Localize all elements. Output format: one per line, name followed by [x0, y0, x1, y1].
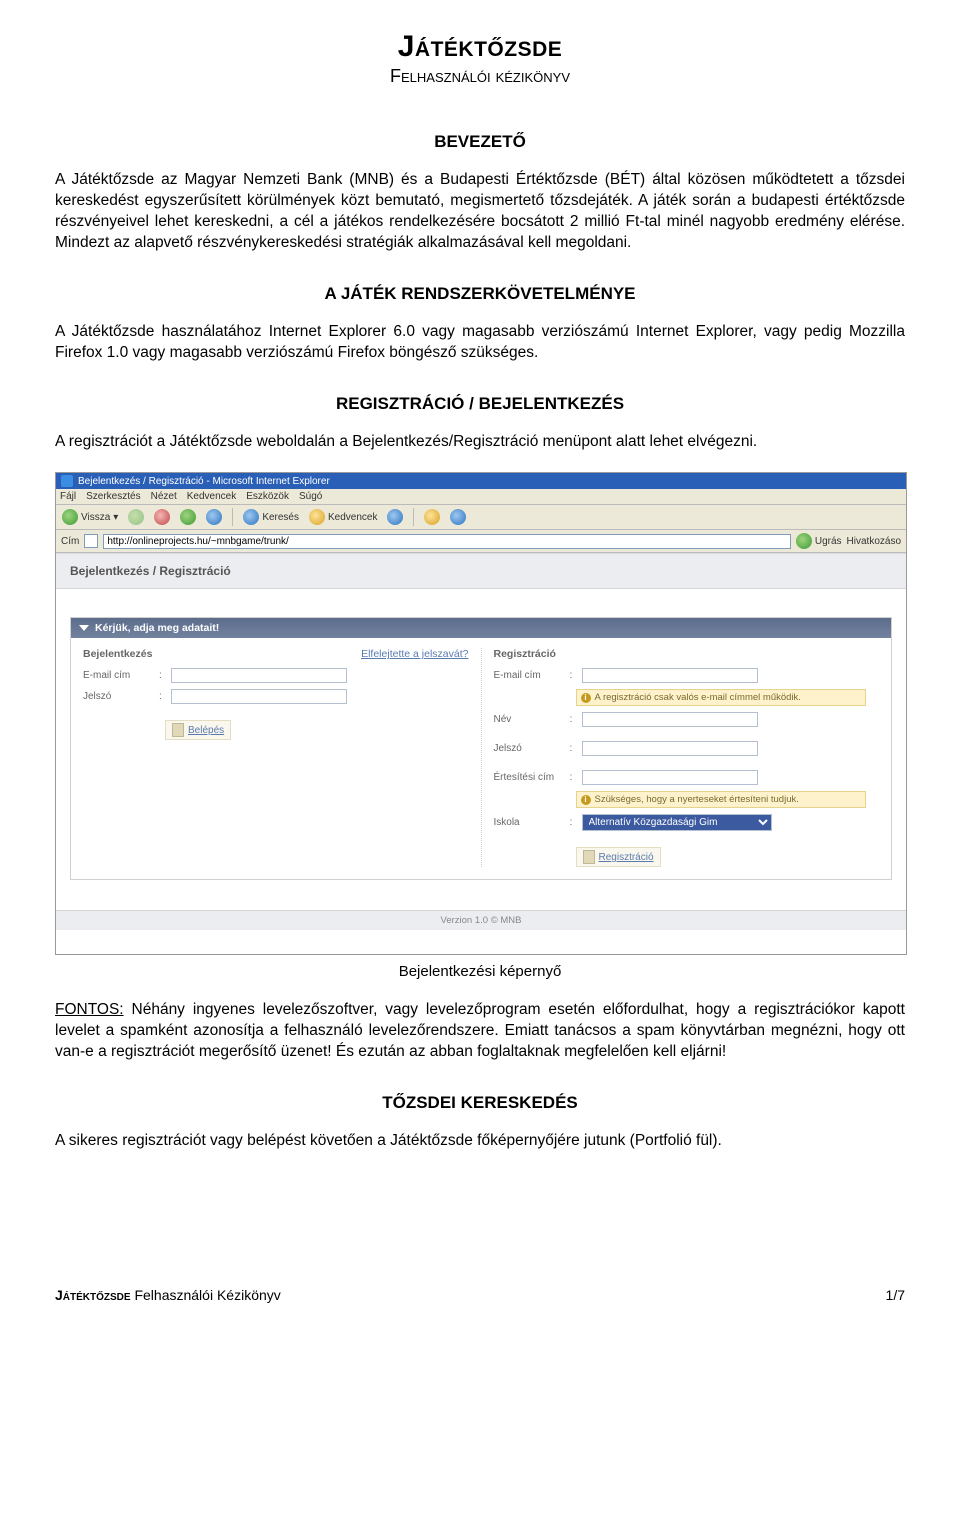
- fontos-label: FONTOS:: [55, 1001, 124, 1018]
- fontos-body: Néhány ingyenes levelezőszoftver, vagy l…: [55, 1001, 905, 1060]
- section-trade-body: A sikeres regisztrációt vagy belépést kö…: [55, 1131, 905, 1152]
- ie-menubar: Fájl Szerkesztés Nézet Kedvencek Eszközö…: [56, 489, 906, 505]
- search-button[interactable]: Keresés: [243, 509, 299, 525]
- forward-icon[interactable]: [128, 509, 144, 525]
- login-email-input[interactable]: [171, 668, 347, 683]
- register-doc-icon: [583, 850, 595, 864]
- reg-notify-label: Értesítési cím: [494, 772, 564, 783]
- section-req-body: A Játéktőzsde használatához Internet Exp…: [55, 322, 905, 364]
- reg-email-info: i A regisztráció csak valós e-mail címme…: [576, 689, 866, 706]
- reg-email-label: E-mail cím: [494, 670, 564, 681]
- login-email-label: E-mail cím: [83, 670, 153, 681]
- home-icon[interactable]: [206, 509, 222, 525]
- reg-name-input[interactable]: [582, 712, 758, 727]
- screenshot-caption: Bejelentkezési képernyő: [55, 963, 905, 980]
- menu-favorites[interactable]: Kedvencek: [187, 491, 236, 502]
- reg-password-input[interactable]: [582, 741, 758, 756]
- login-column: Bejelentkezés Elfelejtette a jelszavát? …: [83, 648, 482, 867]
- page-footer: Játéktőzsde Felhasználói Kézikönyv 1/7: [0, 1287, 960, 1328]
- reg-email-input[interactable]: [582, 668, 758, 683]
- favorites-label: Kedvencek: [328, 512, 377, 523]
- address-input[interactable]: [103, 534, 791, 549]
- print-icon[interactable]: [450, 509, 466, 525]
- form-panel: Kérjük, adja meg adatait! Bejelentkezés …: [70, 617, 892, 880]
- login-button-label: Belépés: [188, 725, 224, 736]
- favorites-icon: [309, 509, 325, 525]
- section-reg-body: A regisztrációt a Játéktőzsde weboldalán…: [55, 432, 905, 453]
- login-password-label: Jelszó: [83, 691, 153, 702]
- login-title: Bejelentkezés: [83, 648, 152, 660]
- footer-page: 1/7: [886, 1287, 905, 1303]
- back-button[interactable]: Vissza ▾: [62, 509, 118, 525]
- go-icon: [796, 533, 812, 549]
- back-icon: [62, 509, 78, 525]
- section-req-heading: A JÁTÉK RENDSZERKÖVETELMÉNYE: [55, 284, 905, 304]
- ie-titlebar: Bejelentkezés / Regisztráció - Microsoft…: [56, 473, 906, 489]
- address-label: Cím: [61, 536, 79, 547]
- register-title: Regisztráció: [494, 648, 556, 660]
- menu-tools[interactable]: Eszközök: [246, 491, 289, 502]
- login-doc-icon: [172, 723, 184, 737]
- chevron-down-icon: [79, 625, 89, 631]
- login-password-input[interactable]: [171, 689, 347, 704]
- reg-password-label: Jelszó: [494, 743, 564, 754]
- register-button-label: Regisztráció: [599, 852, 654, 863]
- fontos-paragraph: FONTOS: Néhány ingyenes levelezőszoftver…: [55, 1000, 905, 1063]
- section-intro-body: A Játéktőzsde az Magyar Nemzeti Bank (MN…: [55, 170, 905, 254]
- reg-notify-input[interactable]: [582, 770, 758, 785]
- reg-school-label: Iskola: [494, 817, 564, 828]
- links-label[interactable]: Hivatkozáso: [847, 536, 901, 547]
- stop-icon[interactable]: [154, 509, 170, 525]
- form-panel-title: Kérjük, adja meg adatait!: [71, 618, 891, 638]
- footer-left: Játéktőzsde Felhasználói Kézikönyv: [55, 1287, 281, 1303]
- info-icon: i: [581, 795, 591, 805]
- login-button[interactable]: Belépés: [165, 720, 231, 740]
- mail-icon[interactable]: [424, 509, 440, 525]
- ie-window-title: Bejelentkezés / Regisztráció - Microsoft…: [78, 476, 330, 487]
- refresh-icon[interactable]: [180, 509, 196, 525]
- section-reg-heading: REGISZTRÁCIÓ / BEJELENTKEZÉS: [55, 394, 905, 414]
- doc-title: Játéktőzsde: [55, 30, 905, 64]
- menu-edit[interactable]: Szerkesztés: [86, 491, 140, 502]
- ie-logo-icon: [61, 475, 73, 487]
- reg-school-select[interactable]: Alternatív Közgazdasági Gim: [582, 814, 772, 831]
- version-footer: Verzion 1.0 © MNB: [56, 910, 906, 930]
- address-icon: [84, 534, 98, 548]
- back-label: Vissza: [81, 512, 110, 523]
- section-intro-heading: BEVEZETŐ: [55, 132, 905, 152]
- go-button[interactable]: Ugrás: [796, 533, 842, 549]
- register-button[interactable]: Regisztráció: [576, 847, 661, 867]
- menu-view[interactable]: Nézet: [151, 491, 177, 502]
- menu-file[interactable]: Fájl: [60, 491, 76, 502]
- search-label: Keresés: [262, 512, 299, 523]
- footer-title: Játéktőzsde: [55, 1287, 131, 1303]
- ie-addressbar: Cím Ugrás Hivatkozáso: [56, 530, 906, 553]
- search-icon: [243, 509, 259, 525]
- reg-notify-info-text: Szükséges, hogy a nyerteseket értesíteni…: [595, 794, 799, 805]
- go-label: Ugrás: [815, 536, 842, 547]
- history-icon[interactable]: [387, 509, 403, 525]
- reg-name-label: Név: [494, 714, 564, 725]
- page-header: Bejelentkezés / Regisztráció: [56, 554, 906, 589]
- favorites-button[interactable]: Kedvencek: [309, 509, 377, 525]
- ie-screenshot: Bejelentkezés / Regisztráció - Microsoft…: [55, 472, 907, 955]
- ie-content: Bejelentkezés / Regisztráció Kérjük, adj…: [56, 553, 906, 954]
- footer-sub: Felhasználói Kézikönyv: [131, 1287, 281, 1303]
- section-trade-heading: TŐZSDEI KERESKEDÉS: [55, 1093, 905, 1113]
- ie-toolbar: Vissza ▾ Keresés Kedvencek: [56, 505, 906, 530]
- menu-help[interactable]: Súgó: [299, 491, 322, 502]
- info-icon: i: [581, 693, 591, 703]
- forgot-password-link[interactable]: Elfelejtette a jelszavát?: [361, 648, 468, 660]
- reg-email-info-text: A regisztráció csak valós e-mail címmel …: [595, 692, 801, 703]
- doc-subtitle: Felhasználói kézikönyv: [55, 66, 905, 87]
- form-panel-title-text: Kérjük, adja meg adatait!: [95, 622, 219, 634]
- reg-notify-info: i Szükséges, hogy a nyerteseket értesíte…: [576, 791, 866, 808]
- register-column: Regisztráció E-mail cím : i A regisztrác…: [482, 648, 880, 867]
